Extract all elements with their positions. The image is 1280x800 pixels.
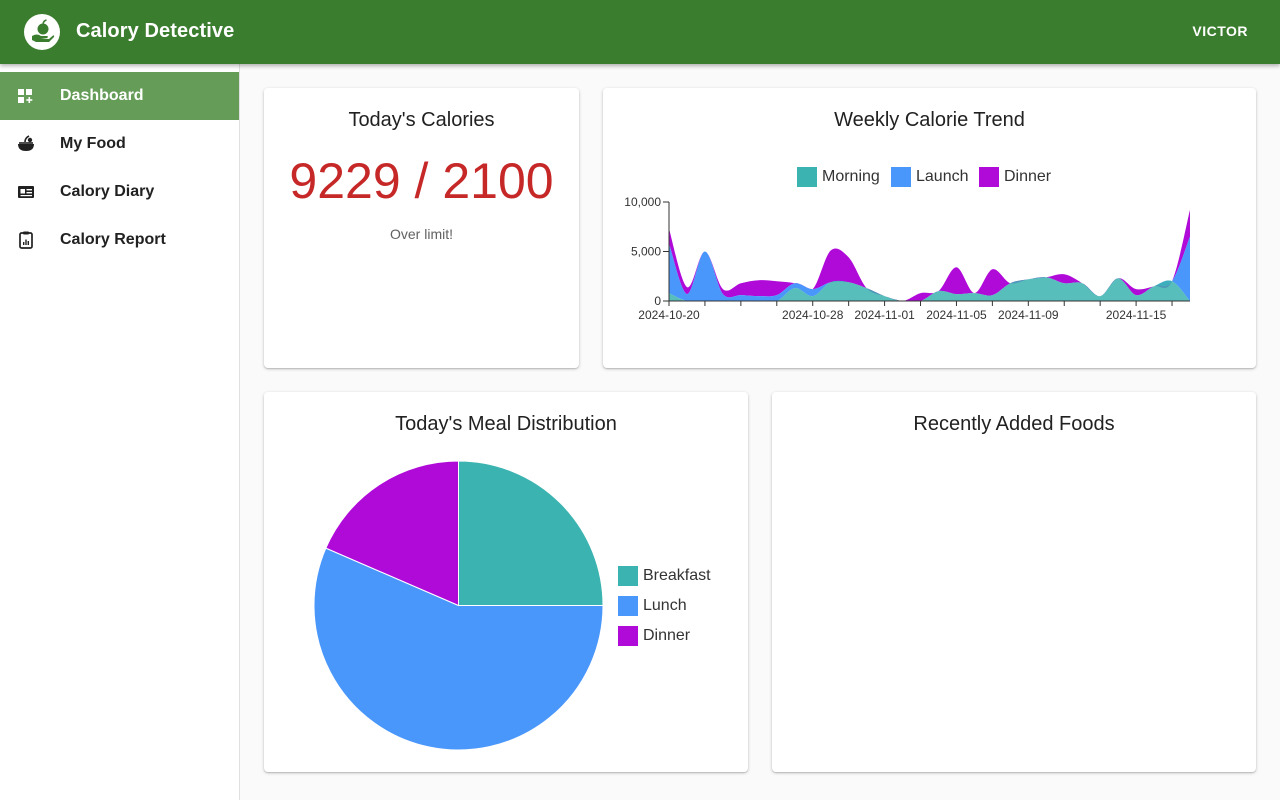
x-tick-label: 2024-11-01 bbox=[854, 308, 915, 322]
calories-value: 9229 / 2100 bbox=[289, 153, 554, 209]
sidebar-item-calory-diary[interactable]: Calory Diary bbox=[0, 168, 239, 216]
sidebar-item-label: Calory Diary bbox=[60, 183, 155, 200]
sidebar-item-dashboard[interactable]: Dashboard bbox=[0, 72, 239, 120]
legend-swatch bbox=[618, 566, 638, 586]
pie-slice-breakfast[interactable] bbox=[458, 460, 604, 606]
x-tick-label: 2024-11-15 bbox=[1106, 308, 1167, 322]
diary-icon bbox=[18, 186, 34, 198]
legend-label: Dinner bbox=[643, 627, 691, 644]
x-tick-label: 2024-11-05 bbox=[926, 308, 987, 322]
y-tick-label: 10,000 bbox=[624, 195, 661, 209]
dashboard-icon bbox=[18, 89, 33, 103]
apple-hand-icon[interactable] bbox=[24, 14, 60, 50]
card-title: Recently Added Foods bbox=[913, 413, 1115, 435]
y-tick-label: 0 bbox=[654, 294, 661, 308]
legend-swatch bbox=[618, 626, 638, 646]
calories-status: Over limit! bbox=[390, 226, 453, 242]
legend-swatch bbox=[618, 596, 638, 616]
legend-label: Breakfast bbox=[643, 567, 711, 584]
y-tick-label: 5,000 bbox=[631, 245, 661, 259]
sidebar-item-label: Dashboard bbox=[60, 87, 144, 104]
user-menu-button[interactable]: VICTOR bbox=[1192, 23, 1248, 39]
app-bar: Calory Detective VICTOR bbox=[0, 0, 1280, 64]
sidebar-item-my-food[interactable]: My Food bbox=[0, 120, 239, 168]
weekly-area-chart: 0 5,000 10,000 2024-10-20 2024-10-28 2024-11-… bbox=[624, 195, 1190, 322]
app-title: Calory Detective bbox=[76, 20, 235, 42]
x-tick-label: 2024-10-20 bbox=[638, 308, 700, 322]
todays-calories-card: Today's Calories 9229 / 2100 Over limit! bbox=[264, 88, 579, 368]
legend-label: Lunch bbox=[643, 597, 687, 614]
sidebar-item-calory-report[interactable]: Calory Report bbox=[0, 216, 239, 264]
food-icon bbox=[18, 135, 34, 151]
weekly-trend-card: Weekly Calorie Trend Morning Launch Dinn… bbox=[603, 88, 1256, 368]
sidebar-item-label: My Food bbox=[60, 135, 126, 152]
sidebar-item-label: Calory Report bbox=[60, 231, 166, 248]
report-icon bbox=[19, 231, 33, 249]
meal-distribution-card: Today's Meal Distribution Breakfast Lunc… bbox=[264, 392, 748, 772]
card-title: Today's Calories bbox=[348, 109, 495, 131]
sidebar: Dashboard My Food Calory Diary Calory Re… bbox=[0, 64, 240, 800]
x-tick-label: 2024-10-28 bbox=[782, 308, 844, 322]
x-tick-label: 2024-11-09 bbox=[998, 308, 1059, 322]
recent-foods-card: Recently Added Foods bbox=[772, 392, 1256, 772]
